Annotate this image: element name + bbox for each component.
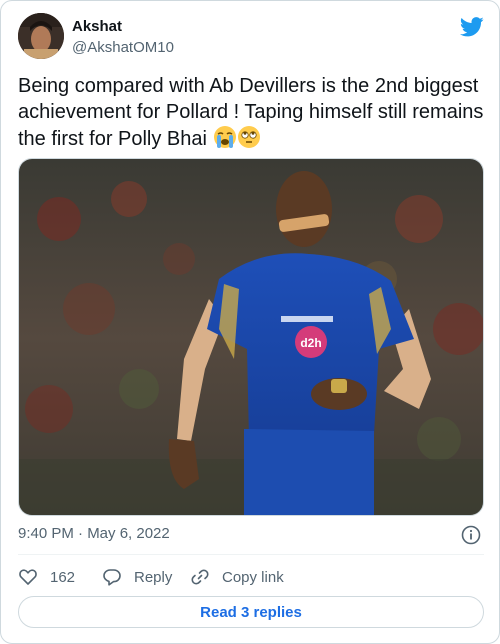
heart-icon bbox=[19, 569, 37, 585]
tweet-text: Being compared with Ab Devillers is the … bbox=[18, 73, 484, 152]
svg-text:d2h: d2h bbox=[300, 336, 321, 350]
twitter-bird-icon[interactable] bbox=[460, 17, 484, 37]
divider bbox=[18, 554, 484, 555]
read-replies-button[interactable]: Read 3 replies bbox=[18, 596, 484, 628]
tweet-header: Akshat @AkshatOM10 bbox=[18, 13, 484, 63]
reply-icon bbox=[103, 569, 121, 586]
tweet-photo[interactable]: d2h bbox=[18, 158, 484, 516]
link-icon bbox=[191, 569, 209, 585]
like-count: 162 bbox=[50, 568, 76, 586]
cricketer-photo: d2h bbox=[19, 159, 483, 515]
copy-link-button[interactable]: Copy link bbox=[190, 565, 284, 589]
like-button[interactable]: 162 bbox=[18, 565, 75, 589]
tweet-card: Akshat @AkshatOM10 Being compared with A… bbox=[0, 0, 500, 644]
avatar[interactable] bbox=[18, 13, 64, 59]
info-icon[interactable] bbox=[461, 525, 481, 545]
user-name[interactable]: Akshat bbox=[72, 18, 122, 35]
tweet-timestamp[interactable]: 9:40 PM · May 6, 2022 bbox=[18, 525, 170, 542]
tweet-actions: 162 Reply Copy link bbox=[18, 565, 484, 589]
loudly-crying-face-icon bbox=[213, 126, 236, 148]
user-handle[interactable]: @AkshatOM10 bbox=[72, 39, 174, 56]
rolling-eyes-face-icon bbox=[237, 126, 260, 148]
reply-label: Reply bbox=[134, 568, 173, 586]
copy-link-label: Copy link bbox=[222, 568, 284, 586]
reply-button[interactable]: Reply bbox=[102, 565, 172, 589]
